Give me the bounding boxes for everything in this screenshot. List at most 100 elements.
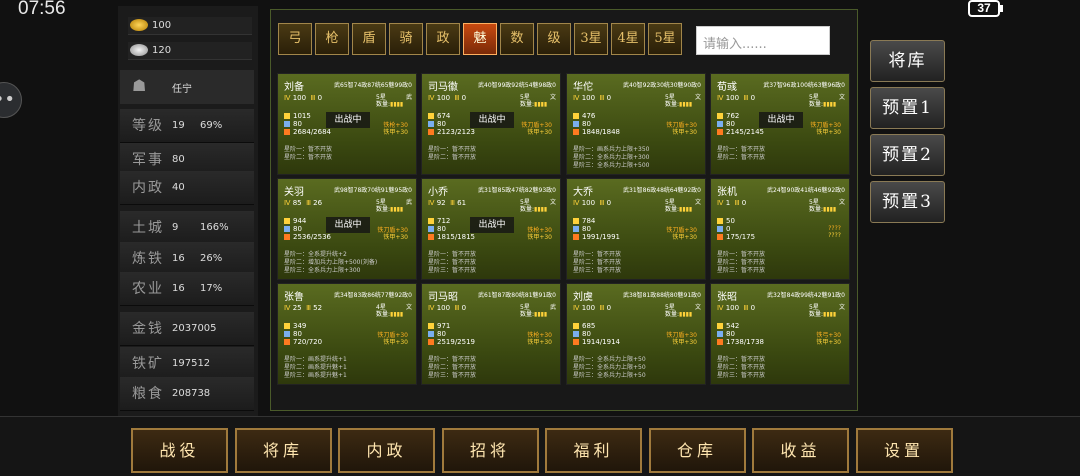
general-quantity: 数量:▮▮▮▮ [665,101,693,108]
stat-value: 685 [582,322,596,330]
general-quantity: 数量:▮▮▮▮ [376,311,404,318]
general-card[interactable]: 司马徽 武40智99政92统54魅98政0 Ⅳ 100 Ⅲ 0 5星文数量:▮▮▮▮ 6… [421,73,561,175]
star-stage: 星阶三：暂不开放 [428,267,477,274]
general-card[interactable]: 刘虞 武38智81政88统80魅91政0 Ⅳ 100 Ⅲ 0 5星文数量:▮▮▮▮ 68… [566,283,706,385]
shield-icon [428,331,434,337]
bottom-nav-6[interactable]: 收益 [752,428,849,473]
stat-row-6: 金钱 2037005 [120,312,254,346]
star-stage: 星阶三：画系提升魅+1 [284,372,347,379]
general-name: 小乔 [428,187,448,198]
stat-value: 720/720 [293,338,323,346]
shield-icon [573,121,579,127]
general-card[interactable]: 小乔 武31智85政47统82魅93政0 Ⅳ 92 Ⅲ 61 5星文数量:▮▮▮▮ 71… [421,178,561,280]
player-profile[interactable]: ☗ 任宁 [120,70,254,104]
filter-button-5[interactable]: 魅 [463,23,497,55]
general-quantity: 数量:▮▮▮▮ [376,206,404,213]
stat-value: 40 [172,182,185,193]
shield-icon [428,121,434,127]
bottom-nav-3[interactable]: 招将 [441,428,539,473]
side-button-2[interactable]: 预置2 [870,134,945,176]
shield-icon [284,226,290,232]
filter-button-2[interactable]: 盾 [352,23,386,55]
stat-value: 1991/1991 [582,233,620,241]
stat-value: 674 [437,112,451,120]
general-stat: 2519/2519 [428,338,475,346]
on-duty-badge: 出战中 [326,112,370,128]
general-stat: 0 [717,225,730,233]
sword-icon [428,113,434,119]
level-value: 85 [292,199,302,207]
bottom-nav-7[interactable]: 设置 [855,428,953,473]
general-stat: 1015 [284,112,311,120]
game-screen: 07:56 37 •• 100 120 ☗ 任宁 弓枪盾骑政魅数级3星4星5星 … [0,0,1080,476]
stat-value: 80 [726,330,735,338]
stat-value: 9 [172,222,179,233]
general-card[interactable]: 大乔 武31智86政48统64魅92政0 Ⅳ 100 Ⅲ 0 5星文数量:▮▮▮▮ 78… [566,178,706,280]
bottom-nav-5[interactable]: 仓库 [648,428,746,473]
filter-button-0[interactable]: 弓 [278,23,312,55]
bottom-nav-2[interactable]: 内政 [338,428,435,473]
search-input[interactable]: 请输入...... [696,26,830,55]
side-button-0[interactable]: 将库 [870,40,945,82]
stat-label: 粮食 [132,386,164,402]
general-stat: 712 [428,217,450,225]
stat-value: 80 [293,120,302,128]
filter-button-4[interactable]: 政 [426,23,460,55]
general-card[interactable]: 华佗 武40智92政30统30魅90政0 Ⅳ 100 Ⅲ 0 5星文数量:▮▮▮▮ 47… [566,73,706,175]
filter-button-7[interactable]: 级 [537,23,571,55]
bottom-nav-4[interactable]: 福利 [545,428,642,473]
troop-icon [284,234,290,240]
general-card[interactable]: 张机 武24智90政41统46魅92政0 Ⅳ 1 Ⅲ 0 5星文数量:▮▮▮▮ 50 0 1… [710,178,850,280]
general-card[interactable]: 张鲁 武34智83政86统77魅92政0 Ⅳ 25 Ⅲ 52 4星文数量:▮▮▮▮ 34… [277,283,417,385]
general-card[interactable]: 张昭 武32智84政99统42魅91政0 Ⅳ 100 Ⅲ 0 5星文数量:▮▮▮▮ 54… [710,283,850,385]
potential-value: 26 [313,199,323,207]
filter-button-1[interactable]: 枪 [315,23,349,55]
silver-resource: 120 [128,42,252,60]
general-stat: 80 [284,330,302,338]
qty-label: 数量: [376,206,391,213]
bottom-nav-1[interactable]: 将库 [234,428,332,473]
player-avatar-icon: ☗ [132,76,147,95]
general-quantity: 数量:▮▮▮▮ [520,101,548,108]
troop-icon [717,234,723,240]
general-stat: 2145/2145 [717,128,764,136]
general-attributes: 武31智86政48统64魅92政0 [623,187,701,194]
general-card[interactable]: 荀彧 武37智96政100统63魅96政0 Ⅳ 100 Ⅲ 0 5星文数量:▮▮▮▮ 7… [710,73,850,175]
general-name: 刘虞 [573,292,593,303]
general-name: 司马徽 [428,82,458,93]
stat-value: 712 [437,217,451,225]
stat-value: 175/175 [726,233,756,241]
general-stat: 80 [717,120,735,128]
general-attributes: 武65智74政87统65魅99政0 [334,82,412,89]
qty-label: 数量: [809,101,824,108]
general-attributes: 武38智81政88统80魅91政0 [623,292,701,299]
side-button-3[interactable]: 预置3 [870,181,945,223]
general-name: 张机 [717,187,737,198]
side-button-1[interactable]: 预置1 [870,87,945,129]
sword-icon [573,218,579,224]
filter-button-8[interactable]: 3星 [574,23,608,55]
general-stat: 175/175 [717,233,755,241]
stat-value: 80 [437,225,446,233]
stat-label: 铁矿 [132,356,164,372]
general-card[interactable]: 司马昭 武61智87政80统81魅91政0 Ⅳ 100 Ⅲ 0 5星武数量:▮▮▮▮ 9… [421,283,561,385]
troop-icon [428,129,434,135]
battery-icon: 37 [968,0,1003,17]
clock: 07:56 [18,0,66,19]
troop-icon [717,339,723,345]
general-attributes: 武61智87政80统81魅91政0 [478,292,556,299]
general-card[interactable]: 关羽 武98智78政70统91魅95政0 Ⅳ 85 Ⅲ 26 5星武数量:▮▮▮▮ 94… [277,178,417,280]
stat-value: 2037005 [172,323,217,334]
level-value: 100 [725,94,740,102]
general-bonus: ???? [828,225,841,232]
filter-button-9[interactable]: 4星 [611,23,645,55]
stat-percent: 17% [200,283,223,294]
bottom-nav-0[interactable]: 战役 [131,428,228,473]
filter-button-10[interactable]: 5星 [648,23,682,55]
floating-assistant-icon[interactable]: •• [0,82,22,118]
general-type: 文 [695,199,702,206]
filter-button-6[interactable]: 数 [500,23,534,55]
sword-icon [717,113,723,119]
filter-button-3[interactable]: 骑 [389,23,423,55]
general-card[interactable]: 刘备 武65智74政87统65魅99政0 Ⅳ 100 Ⅲ 0 5星武数量:▮▮▮▮ 10… [277,73,417,175]
